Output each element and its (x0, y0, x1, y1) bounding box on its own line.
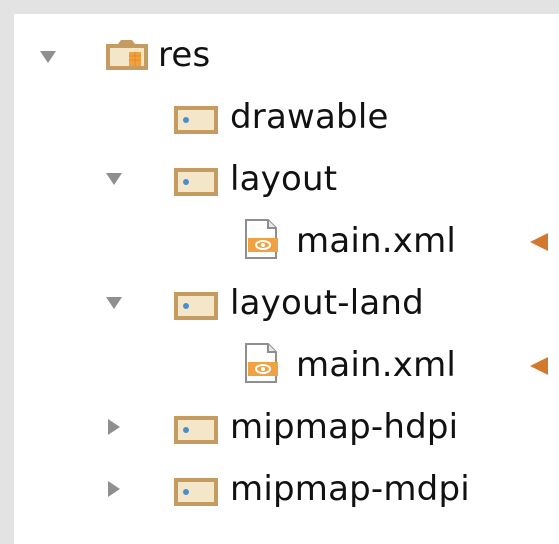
tree-row-drawable[interactable]: drawable (14, 88, 559, 146)
folder-icon (174, 168, 218, 196)
tree-label-main-xml: main.xml (296, 221, 457, 261)
folder-icon (174, 292, 218, 320)
folder-icon (174, 478, 218, 506)
tree-label-main-xml-land: main.xml (296, 345, 457, 385)
xml-layout-file-icon (245, 219, 278, 259)
tree-row-main-xml[interactable]: main.xml (14, 212, 559, 270)
tree-label-layout-land: layout-land (230, 283, 424, 323)
tree-label-mipmap-mdpi: mipmap-mdpi (230, 469, 470, 509)
tree-row-res[interactable]: res (14, 26, 559, 84)
tree-row-layout[interactable]: layout (14, 150, 559, 208)
chevron-right-icon[interactable] (108, 419, 120, 435)
tree-row-main-xml-land[interactable]: main.xml (14, 336, 559, 394)
arrow-pointer-icon (530, 357, 548, 375)
arrow-pointer-icon (530, 233, 548, 251)
tree-label-res: res (158, 35, 211, 75)
chevron-down-icon[interactable] (40, 51, 56, 63)
xml-layout-file-icon (245, 343, 278, 383)
folder-icon (174, 106, 218, 134)
chevron-down-icon[interactable] (106, 173, 122, 185)
project-tree-panel: res drawable layout main.xml layout-land… (14, 14, 559, 544)
tree-label-mipmap-hdpi: mipmap-hdpi (230, 407, 459, 447)
chevron-down-icon[interactable] (106, 297, 122, 309)
resource-folder-icon (106, 40, 148, 70)
tree-row-mipmap-mdpi[interactable]: mipmap-mdpi (14, 460, 559, 518)
tree-label-drawable: drawable (230, 97, 389, 137)
chevron-right-icon[interactable] (108, 481, 120, 497)
tree-row-layout-land[interactable]: layout-land (14, 274, 559, 332)
tree-row-mipmap-hdpi[interactable]: mipmap-hdpi (14, 398, 559, 456)
tree-label-layout: layout (230, 159, 338, 199)
folder-icon (174, 416, 218, 444)
